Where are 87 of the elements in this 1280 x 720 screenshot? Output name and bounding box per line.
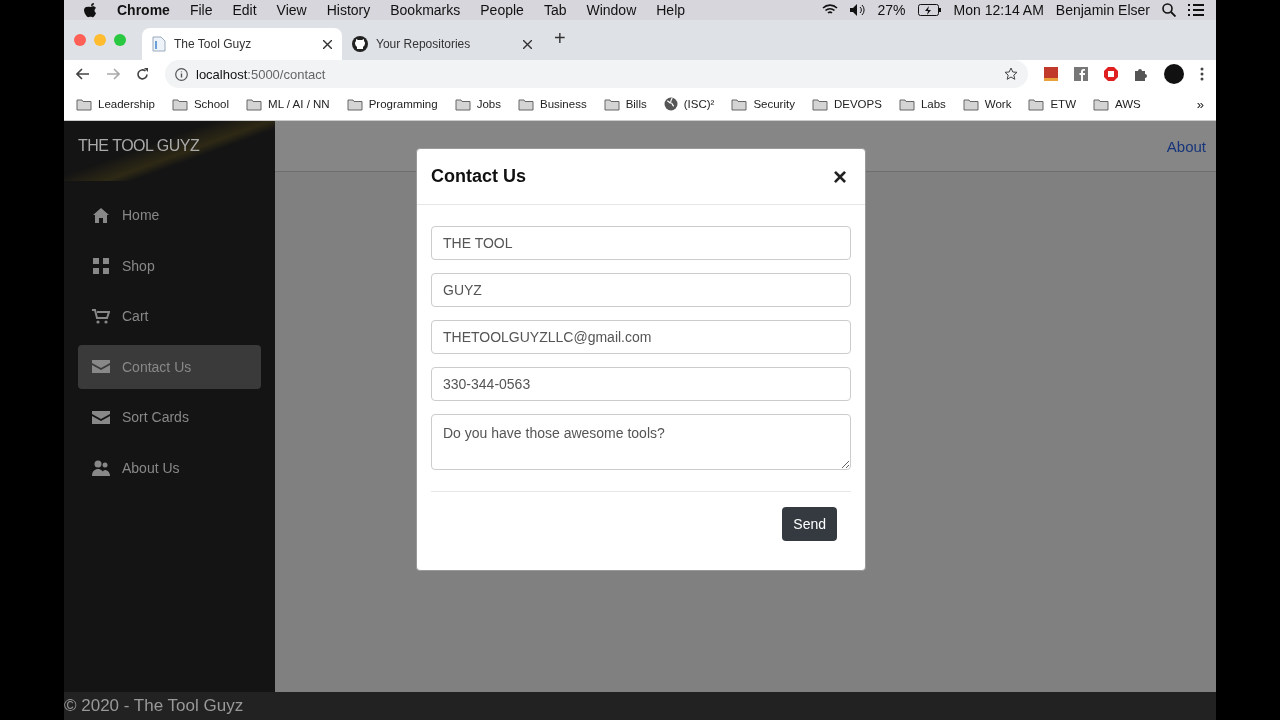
folder-icon bbox=[171, 97, 188, 111]
nav-item[interactable]: Shop bbox=[78, 243, 261, 288]
menu-item[interactable]: Tab bbox=[543, 2, 567, 18]
address-bar[interactable]: localhost:5000/contact bbox=[165, 60, 1028, 88]
people-icon bbox=[92, 459, 110, 476]
puzzle-icon[interactable] bbox=[1134, 67, 1148, 81]
folder-icon bbox=[76, 97, 92, 111]
menu-item[interactable]: File bbox=[189, 2, 213, 18]
close-icon[interactable] bbox=[523, 39, 532, 49]
bookmark[interactable]: Jobs bbox=[454, 97, 501, 111]
facebook-icon[interactable] bbox=[1074, 67, 1088, 81]
envelope-icon bbox=[92, 410, 110, 424]
close-button[interactable]: × bbox=[829, 162, 851, 191]
menu-clock[interactable]: Mon 12:14 AM bbox=[953, 2, 1044, 18]
star-icon[interactable] bbox=[1004, 67, 1018, 81]
stop-icon[interactable] bbox=[1104, 67, 1118, 81]
globe-icon bbox=[663, 97, 678, 111]
bookmark[interactable]: ML / AI / NN bbox=[246, 97, 330, 111]
menu-item[interactable]: Window bbox=[586, 2, 637, 18]
menu-list-icon[interactable] bbox=[1188, 4, 1204, 16]
info-icon bbox=[175, 67, 188, 81]
user-name[interactable]: Benjamin Elser bbox=[1055, 2, 1150, 18]
message-field[interactable]: Do you have those awesome tools? bbox=[431, 414, 851, 470]
cart-icon bbox=[92, 308, 110, 324]
nav-item[interactable]: Sort Cards bbox=[78, 395, 261, 439]
bookmark[interactable]: Leadership bbox=[76, 97, 155, 111]
folder-icon bbox=[246, 97, 263, 111]
menu-item[interactable]: History bbox=[326, 2, 371, 18]
dialog-title: Contact Us bbox=[431, 166, 526, 187]
input-field[interactable]: THE TOOL bbox=[431, 226, 851, 260]
folder-icon bbox=[346, 97, 363, 111]
input-field[interactable]: GUYZ bbox=[431, 273, 851, 307]
nav-item[interactable]: About Us bbox=[78, 445, 261, 490]
bookmark[interactable]: School bbox=[171, 97, 230, 111]
home-icon bbox=[92, 207, 110, 223]
folder-icon bbox=[811, 97, 828, 111]
close-icon[interactable] bbox=[323, 39, 332, 49]
bookmark[interactable]: Business bbox=[517, 97, 587, 111]
document-icon bbox=[152, 36, 166, 52]
menu-item[interactable]: Edit bbox=[232, 2, 257, 18]
folder-icon bbox=[1028, 97, 1045, 111]
bookmark[interactable]: (ISC)² bbox=[663, 97, 715, 111]
bookmark[interactable]: Work bbox=[962, 97, 1012, 111]
battery-icon[interactable] bbox=[917, 4, 942, 16]
bookmark[interactable]: Security bbox=[731, 97, 795, 111]
bookmark[interactable]: Bills bbox=[603, 97, 647, 111]
bookmark[interactable]: DEVOPS bbox=[811, 97, 882, 111]
folder-icon bbox=[454, 97, 471, 111]
book-icon[interactable] bbox=[1044, 67, 1058, 81]
speaker-icon[interactable] bbox=[849, 4, 866, 16]
bookmark[interactable]: ETW bbox=[1028, 97, 1076, 111]
folder-icon bbox=[731, 97, 748, 111]
copyright-text: © 2020 - The Tool Guyz bbox=[64, 696, 244, 716]
browser-tab[interactable]: Your Repositories bbox=[342, 28, 542, 60]
menu-item[interactable]: People bbox=[480, 2, 524, 18]
back-icon[interactable] bbox=[76, 68, 90, 80]
new-tab-button[interactable]: + bbox=[554, 26, 566, 54]
input-field[interactable]: 330-344-0563 bbox=[431, 367, 851, 401]
cat-icon bbox=[352, 36, 368, 52]
bookmark[interactable]: AWS bbox=[1093, 97, 1141, 111]
menu-item[interactable]: Bookmarks bbox=[390, 2, 461, 18]
folder-icon bbox=[898, 97, 915, 111]
folder-icon bbox=[1093, 97, 1109, 111]
input-field[interactable]: THETOOLGUYZLLC@gmail.com bbox=[431, 320, 851, 354]
nav-item[interactable]: Cart bbox=[78, 294, 261, 338]
search-icon[interactable] bbox=[1162, 3, 1176, 17]
grid-icon bbox=[92, 257, 110, 274]
menu-item[interactable]: Help bbox=[656, 2, 686, 18]
battery-percentage: 27% bbox=[877, 2, 906, 18]
folder-icon bbox=[962, 97, 979, 111]
menu-item[interactable]: View bbox=[276, 2, 307, 18]
avatar-icon[interactable] bbox=[1164, 64, 1184, 84]
folder-icon bbox=[603, 97, 620, 111]
bookmark[interactable]: Programming bbox=[346, 97, 438, 111]
reload-icon[interactable] bbox=[136, 67, 149, 81]
send-button[interactable]: Send bbox=[782, 507, 837, 541]
brand-logo[interactable]: THE TOOL GUYZ bbox=[78, 137, 261, 155]
wifi-icon[interactable] bbox=[821, 4, 838, 16]
envelope-icon bbox=[92, 360, 110, 373]
bookmarks-overflow[interactable]: » bbox=[1196, 96, 1204, 112]
folder-icon bbox=[517, 97, 534, 111]
app-menu[interactable]: Chrome bbox=[117, 2, 170, 18]
nav-item[interactable]: Home bbox=[78, 193, 261, 237]
apple-icon[interactable] bbox=[84, 2, 97, 18]
bookmark[interactable]: Labs bbox=[898, 97, 946, 111]
browser-tab[interactable]: The Tool Guyz bbox=[142, 28, 342, 60]
more-icon[interactable] bbox=[1200, 67, 1204, 81]
